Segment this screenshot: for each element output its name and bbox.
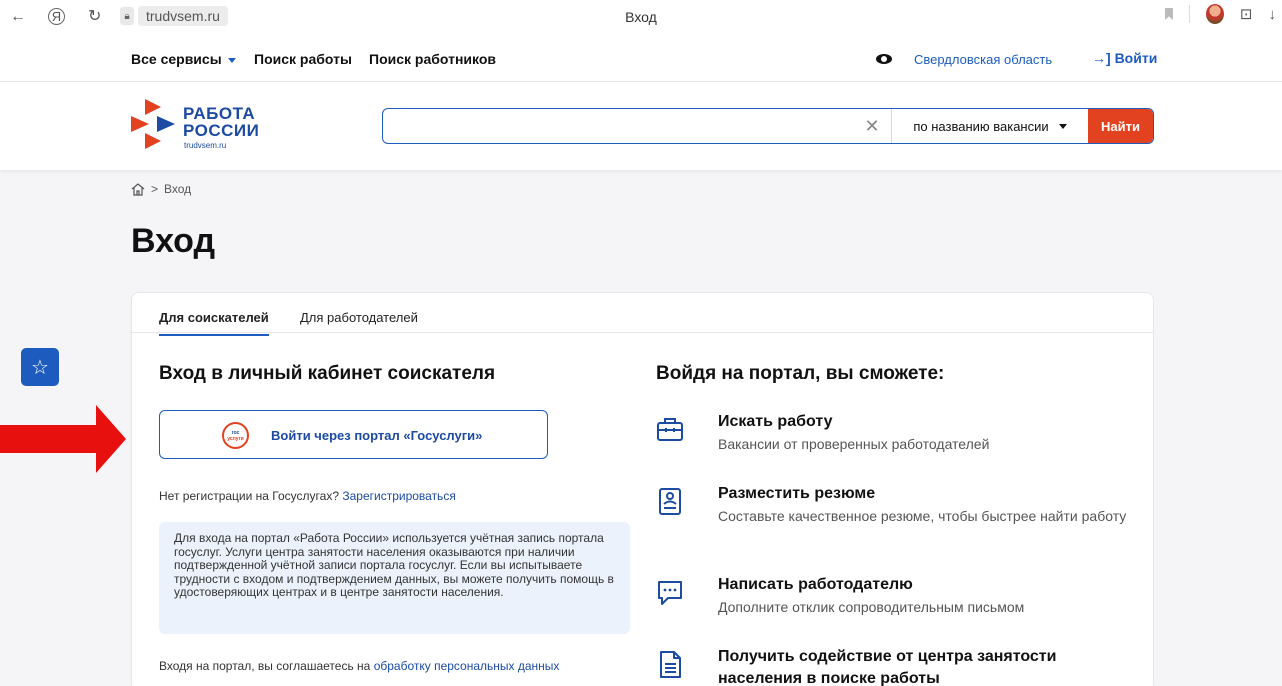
- clear-icon[interactable]: ✕: [853, 109, 891, 143]
- document-icon: [660, 651, 681, 678]
- tab-title: Вход: [625, 9, 657, 25]
- page-title: Вход: [131, 222, 216, 260]
- gos-logo-bottom: услуги: [227, 435, 244, 442]
- feature-item: Получить содействие от центра занятости …: [656, 646, 1136, 686]
- search-mode-label: по названию вакансии: [913, 118, 1049, 134]
- favorites-button[interactable]: ☆: [21, 348, 59, 386]
- tab-job-seekers[interactable]: Для соискателей: [159, 310, 269, 336]
- region-selector[interactable]: Свердловская область: [914, 52, 1052, 67]
- browser-toolbar: ← Я ↻ 🔒︎ trudvsem.ru Вход ⊡ ↓: [0, 0, 1282, 34]
- all-services-label: Все сервисы: [131, 51, 222, 67]
- benefits-title: Войдя на портал, вы сможете:: [656, 363, 945, 384]
- accessibility-eye-icon[interactable]: [876, 54, 892, 64]
- bookmark-icon[interactable]: [1164, 8, 1173, 20]
- resume-icon: [659, 488, 681, 515]
- feature-item: Разместить резюме Составьте качественное…: [656, 483, 1136, 553]
- login-card: Для соискателей Для работодателей Вход в…: [131, 292, 1154, 686]
- logo-line1: РАБОТА: [183, 104, 256, 123]
- nav-job-search[interactable]: Поиск работы: [254, 51, 352, 67]
- login-icon: →]: [1092, 50, 1111, 66]
- info-notice: Для входа на портал «Работа России» испо…: [159, 522, 630, 634]
- site-logo[interactable]: РАБОТА РОССИИ trudvsem.ru: [131, 99, 271, 150]
- login-label: Войти: [1114, 50, 1158, 66]
- feature-title: Разместить резюме: [718, 485, 876, 502]
- breadcrumb-current: Вход: [164, 182, 192, 196]
- message-icon: [658, 581, 682, 605]
- breadcrumb: > Вход: [131, 182, 191, 196]
- chevron-down-icon: [227, 57, 236, 63]
- feature-description: Вакансии от проверенных работодателей: [718, 436, 990, 452]
- logo-subtitle: trudvsem.ru: [184, 141, 227, 150]
- download-icon[interactable]: ↓: [1269, 6, 1277, 23]
- site-header: РАБОТА РОССИИ trudvsem.ru ✕ по названию …: [0, 82, 1282, 170]
- feature-item: Искать работу Вакансии от проверенных ра…: [656, 411, 1136, 471]
- seeker-login-title: Вход в личный кабинет соискателя: [159, 363, 496, 384]
- chevron-down-icon: [1058, 123, 1067, 129]
- no-registration-label: Нет регистрации на Госуслугах?: [159, 489, 339, 503]
- breadcrumb-separator: >: [151, 182, 159, 196]
- consent-text: Входя на портал, вы соглашаетесь на обра…: [159, 659, 559, 673]
- logo-text: РАБОТА РОССИИ: [183, 105, 259, 139]
- star-icon: ☆: [31, 356, 49, 379]
- toolbar-divider: [1188, 5, 1190, 23]
- register-link[interactable]: Зарегистрироваться: [342, 489, 455, 503]
- nav-worker-search[interactable]: Поиск работников: [369, 51, 496, 67]
- gosuslugi-logo-icon: гос услуги: [222, 422, 249, 449]
- feature-description: Дополните отклик сопроводительным письмо…: [718, 599, 1025, 615]
- no-registration-text: Нет регистрации на Госуслугах? Зарегистр…: [159, 489, 456, 503]
- all-services-menu[interactable]: Все сервисы: [131, 51, 236, 67]
- gosuslugi-button-label: Войти через портал «Госуслуги»: [271, 428, 483, 443]
- logo-line2: РОССИИ: [183, 121, 260, 140]
- profile-avatar-icon[interactable]: [1205, 4, 1224, 24]
- site-top-nav: Все сервисы Поиск работы Поиск работнико…: [0, 34, 1282, 82]
- search-input[interactable]: [383, 109, 853, 143]
- login-link[interactable]: →] Войти: [1092, 50, 1157, 66]
- search-mode-select[interactable]: по названию вакансии: [892, 109, 1088, 143]
- extension-icon[interactable]: ⊡: [1240, 5, 1253, 23]
- home-icon[interactable]: [131, 182, 145, 196]
- feature-title: Написать работодателю: [718, 576, 913, 593]
- gosuslugi-login-button[interactable]: гос услуги Войти через портал «Госуслуги…: [159, 410, 548, 459]
- feature-description: Составьте качественное резюме, чтобы быс…: [718, 508, 1127, 524]
- feature-item: Написать работодателю Дополните отклик с…: [656, 574, 1136, 634]
- annotation-arrow-icon: [0, 405, 126, 473]
- search-button[interactable]: Найти: [1088, 109, 1153, 143]
- tab-employers[interactable]: Для работодателей: [300, 310, 418, 334]
- consent-label: Входя на портал, вы соглашаетесь на: [159, 659, 371, 673]
- login-tabs: Для соискателей Для работодателей: [132, 293, 1153, 336]
- logo-mark-icon: [131, 99, 175, 149]
- feature-title: Искать работу: [718, 413, 833, 430]
- personal-data-link[interactable]: обработку персональных данных: [374, 659, 560, 673]
- search-bar: ✕ по названию вакансии Найти: [382, 108, 1154, 144]
- feature-title: Получить содействие от центра занятости …: [718, 648, 1057, 686]
- briefcase-icon: [657, 418, 683, 441]
